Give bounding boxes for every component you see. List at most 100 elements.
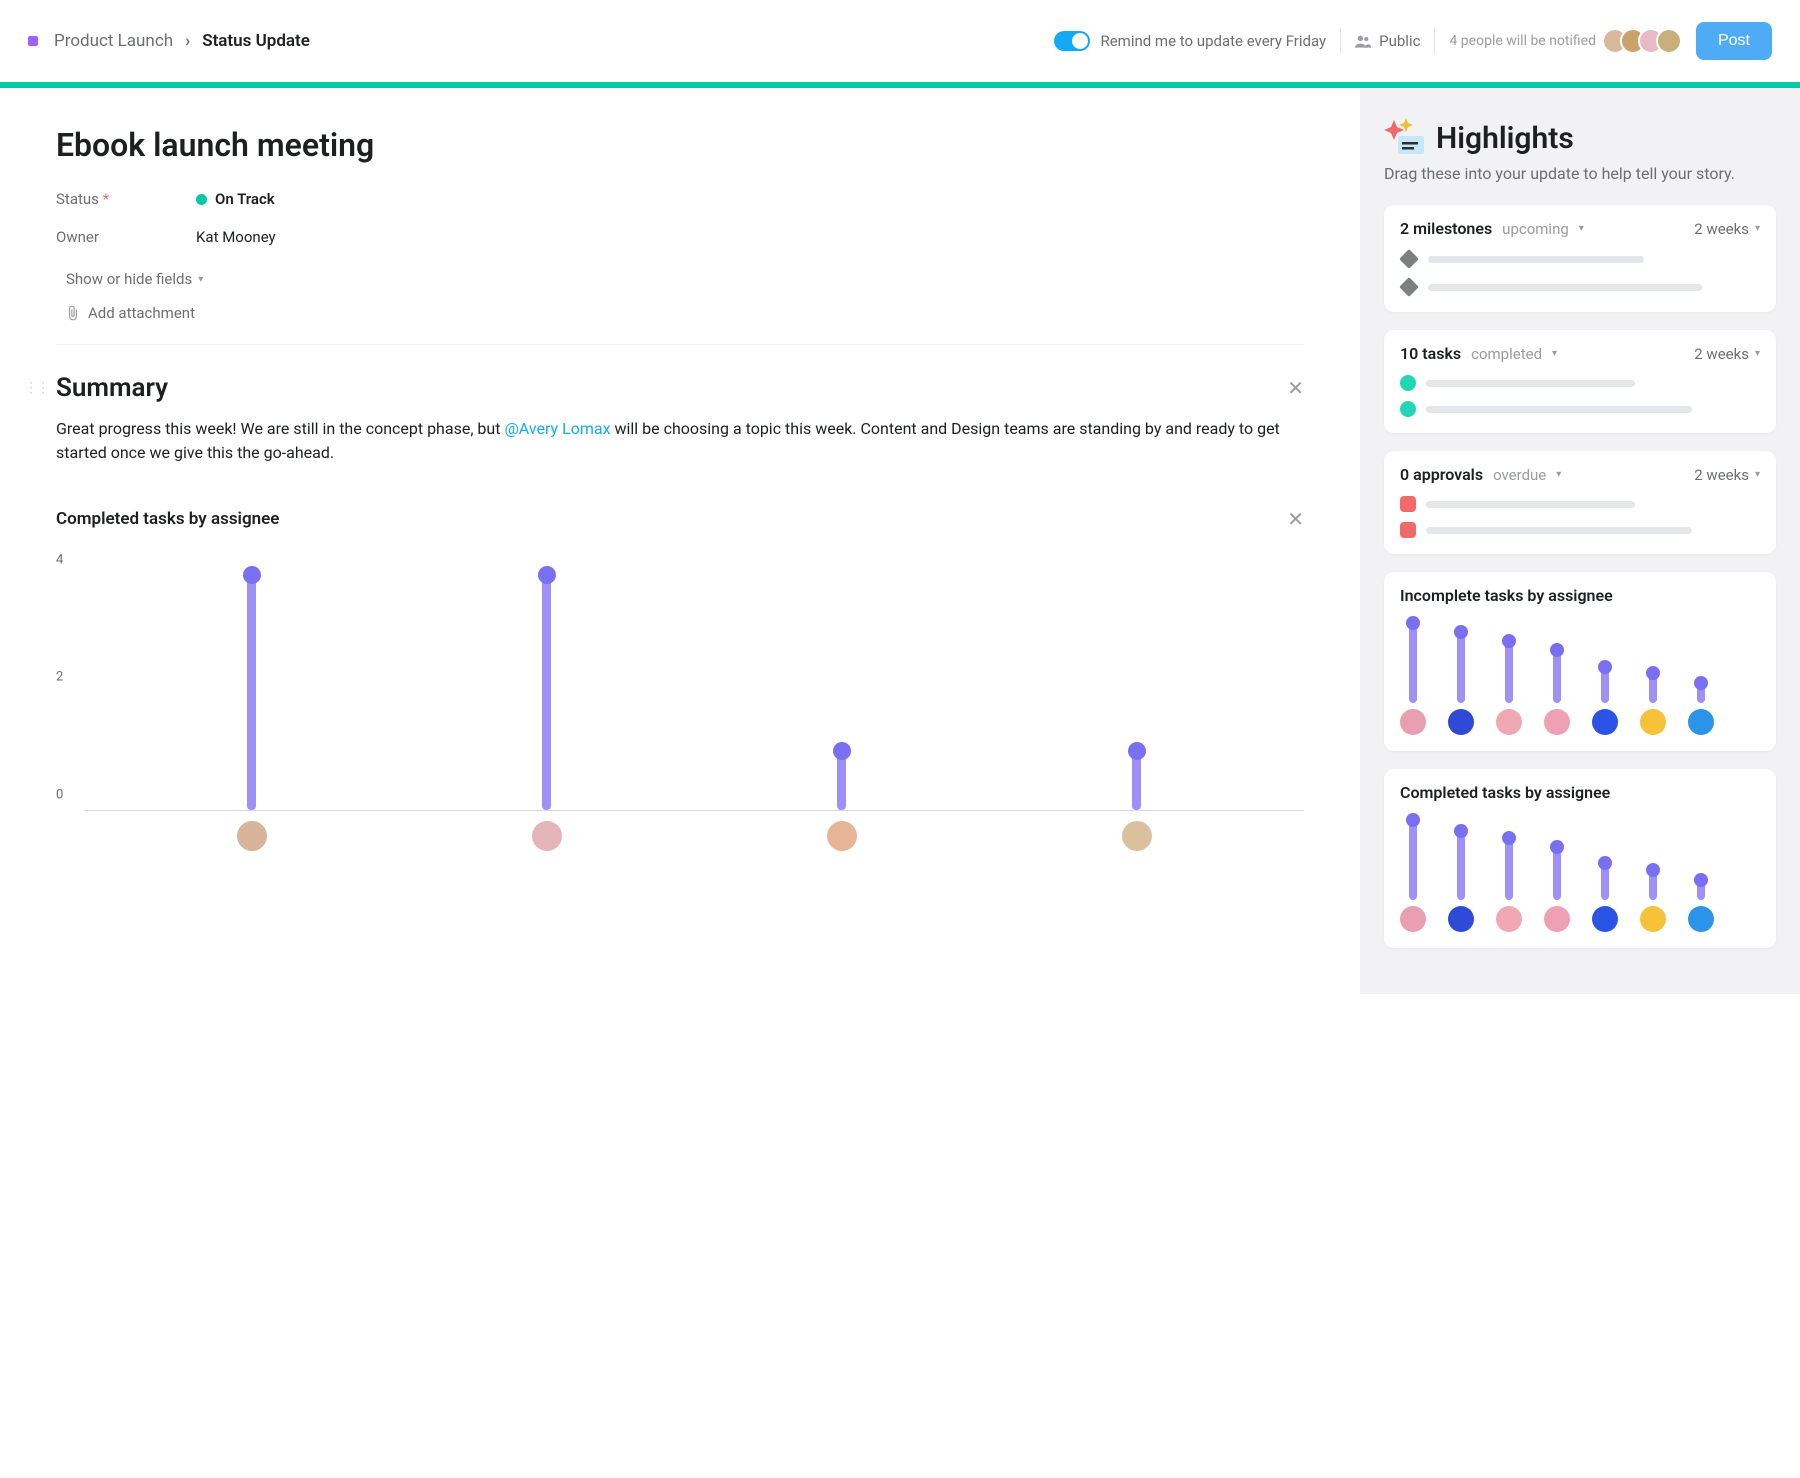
card-title: 0 approvals xyxy=(1400,465,1483,484)
visibility-button[interactable]: Public xyxy=(1355,32,1420,50)
summary-body[interactable]: Great progress this week! We are still i… xyxy=(56,417,1304,465)
chevron-down-icon: ▾ xyxy=(1755,223,1760,234)
milestone-icon xyxy=(1399,249,1419,269)
avatar[interactable] xyxy=(1656,28,1682,54)
chart-point xyxy=(1454,625,1468,639)
highlight-card[interactable]: 10 tasks completed ▾ 2 weeks ▾ xyxy=(1384,330,1776,433)
divider xyxy=(1434,28,1435,54)
skeleton-line xyxy=(1426,501,1635,508)
status-value-text: On Track xyxy=(215,190,275,208)
chart-y-tick: 0 xyxy=(56,788,63,803)
add-attachment-button[interactable]: Add attachment xyxy=(66,304,1304,322)
chart-bar xyxy=(1448,632,1474,735)
chart-bar xyxy=(539,575,555,810)
chevron-down-icon: ▾ xyxy=(1552,348,1557,359)
highlight-card[interactable]: 2 milestonesupcoming▾2 weeks▾ xyxy=(1384,205,1776,312)
chart-y-tick: 4 xyxy=(56,552,63,567)
skeleton-line xyxy=(1426,527,1692,534)
remove-section-button[interactable]: ✕ xyxy=(1287,507,1304,531)
breadcrumb-project-link[interactable]: Product Launch xyxy=(54,31,173,51)
highlight-chart-card[interactable]: Incomplete tasks by assignee xyxy=(1384,572,1776,751)
chart-point xyxy=(1598,856,1612,870)
card-filter-button[interactable]: upcoming xyxy=(1502,220,1569,238)
summary-heading: Summary xyxy=(56,373,1281,403)
avatar xyxy=(1544,709,1570,735)
topbar: Product Launch › Status Update Remind me… xyxy=(0,0,1800,82)
chart-point xyxy=(1646,666,1660,680)
highlight-card[interactable]: 0 approvals overdue ▾ 2 weeks ▾ xyxy=(1384,451,1776,554)
mini-chart xyxy=(1400,615,1760,735)
card-filter-button[interactable]: completed xyxy=(1471,345,1542,363)
reminder-toggle[interactable] xyxy=(1054,31,1090,51)
highlights-icon xyxy=(1384,118,1424,158)
card-title: Incomplete tasks by assignee xyxy=(1400,586,1760,605)
chevron-down-icon: ▾ xyxy=(1755,469,1760,480)
chart-point xyxy=(243,566,261,584)
avatar xyxy=(827,821,857,851)
chevron-down-icon: ▾ xyxy=(1755,348,1760,359)
chart-bar xyxy=(1129,751,1145,810)
chart-point xyxy=(1646,863,1660,877)
avatar xyxy=(1640,709,1666,735)
avatar xyxy=(1640,906,1666,932)
chart-bar xyxy=(1400,623,1426,735)
card-period-button[interactable]: 2 weeks xyxy=(1694,345,1749,363)
chevron-right-icon: › xyxy=(185,31,190,51)
visibility-label: Public xyxy=(1379,32,1420,50)
user-mention[interactable]: @Avery Lomax xyxy=(504,419,610,438)
show-hide-fields-button[interactable]: Show or hide fields ▾ xyxy=(66,270,1304,288)
divider xyxy=(56,344,1304,345)
chevron-down-icon: ▾ xyxy=(1556,469,1561,480)
post-button[interactable]: Post xyxy=(1696,22,1772,60)
completed-tasks-chart: 0 2 4 xyxy=(56,551,1304,871)
card-title: Completed tasks by assignee xyxy=(1400,783,1760,802)
owner-value[interactable]: Kat Mooney xyxy=(196,228,276,246)
chart-bar xyxy=(1544,847,1570,932)
paperclip-icon xyxy=(66,305,80,321)
chart-bar xyxy=(1496,641,1522,735)
chart-point xyxy=(1694,873,1708,887)
show-hide-label: Show or hide fields xyxy=(66,270,192,288)
chart-point xyxy=(1550,840,1564,854)
avatar xyxy=(1592,906,1618,932)
project-color-dot xyxy=(28,36,38,46)
avatar xyxy=(1592,709,1618,735)
card-filter-button[interactable]: overdue xyxy=(1493,466,1546,484)
chart-bar xyxy=(1592,863,1618,932)
card-period-button[interactable]: 2 weeks xyxy=(1694,466,1749,484)
highlight-chart-card[interactable]: Completed tasks by assignee xyxy=(1384,769,1776,948)
chart-point xyxy=(1694,676,1708,690)
owner-label: Owner xyxy=(56,228,196,246)
card-period-button[interactable]: 2 weeks xyxy=(1694,220,1749,238)
breadcrumb-current: Status Update xyxy=(202,31,310,51)
task-complete-icon xyxy=(1400,375,1416,391)
drag-handle-icon[interactable]: ⋮⋮ xyxy=(24,380,48,396)
chart-point xyxy=(1128,742,1146,760)
chevron-down-icon: ▾ xyxy=(1579,223,1584,234)
chart-bar xyxy=(1448,831,1474,932)
chart-point xyxy=(1406,813,1420,827)
highlights-sidebar: Highlights Drag these into your update t… xyxy=(1360,88,1800,994)
update-title[interactable]: Ebook launch meeting xyxy=(56,126,1304,164)
summary-text-before: Great progress this week! We are still i… xyxy=(56,419,504,438)
approval-overdue-icon xyxy=(1400,496,1416,512)
avatar xyxy=(1122,821,1152,851)
skeleton-line xyxy=(1426,380,1635,387)
card-title: 10 tasks xyxy=(1400,344,1461,363)
status-value-button[interactable]: On Track xyxy=(196,190,275,208)
chart-bar xyxy=(834,751,850,810)
required-asterisk: * xyxy=(103,190,109,208)
chart-point xyxy=(1454,824,1468,838)
chart-y-tick: 2 xyxy=(56,670,63,685)
remove-section-button[interactable]: ✕ xyxy=(1287,376,1304,400)
chart-bar xyxy=(244,575,260,810)
card-item-skeleton xyxy=(1400,278,1760,296)
chart-bar xyxy=(1640,870,1666,932)
status-dot-icon xyxy=(196,194,207,205)
approval-overdue-icon xyxy=(1400,522,1416,538)
chart-point xyxy=(1406,616,1420,630)
status-field: Status * On Track xyxy=(56,190,1304,208)
avatar xyxy=(532,821,562,851)
notified-avatars[interactable] xyxy=(1610,28,1682,54)
chart-point xyxy=(538,566,556,584)
